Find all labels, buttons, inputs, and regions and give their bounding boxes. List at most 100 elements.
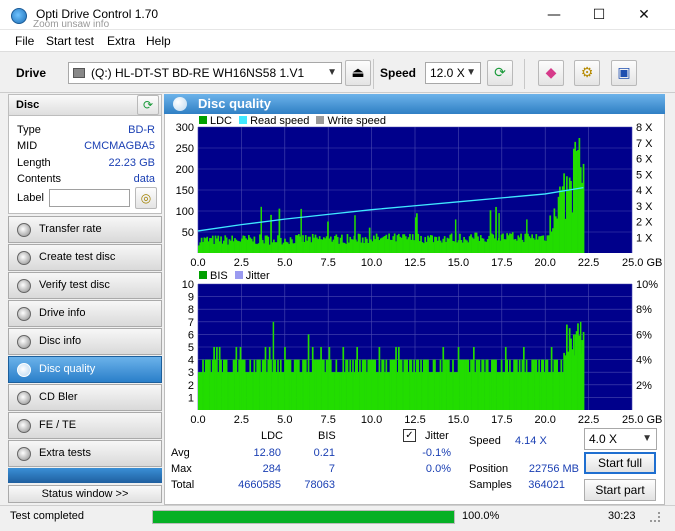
- x-tick-label: 15.0: [448, 257, 469, 269]
- drive-icon: [73, 68, 85, 78]
- x-tick-label: 17.5: [491, 257, 512, 269]
- app-icon: [11, 8, 27, 24]
- y-tick-label: 10: [182, 279, 194, 291]
- nav-create-test-disc[interactable]: Create test disc: [8, 244, 162, 271]
- nav-label: Extra tests: [39, 447, 91, 459]
- total-bis-value: 78063: [304, 479, 335, 491]
- y2-tick-label: 6%: [636, 329, 652, 341]
- chevron-down-icon: ▼: [327, 67, 337, 78]
- x-tick-label: 22.5: [578, 414, 599, 424]
- x-tick-label: 12.5: [404, 257, 425, 269]
- position-label: Position: [469, 463, 509, 475]
- avg-jitter-value: -0.1%: [422, 447, 451, 459]
- menu-extra[interactable]: Extra: [107, 34, 135, 48]
- x-tick-label: 10.0: [361, 257, 382, 269]
- tools-button[interactable]: ⚙: [574, 60, 600, 86]
- disc-refresh-button[interactable]: ⟳: [137, 95, 159, 115]
- legend-jitter-swatch: [234, 271, 243, 279]
- y2-tick-label: 8 X: [636, 122, 653, 134]
- progress-fill: [153, 511, 454, 523]
- ldc-bar: [454, 219, 457, 253]
- resize-grip-icon[interactable]: [650, 512, 660, 522]
- ldc-bar: [415, 217, 417, 253]
- nav-label: CD Bler: [39, 391, 78, 403]
- y2-tick-label: 10%: [636, 279, 658, 291]
- save-icon: ▣: [617, 65, 631, 81]
- nav-disc-info[interactable]: Disc info: [8, 328, 162, 355]
- label-input[interactable]: [49, 189, 130, 207]
- checkmark-icon: ✓: [405, 430, 414, 441]
- nav-label: Disc quality: [39, 363, 96, 375]
- y2-tick-label: 3 X: [636, 201, 653, 213]
- y-tick-label: 6: [188, 329, 194, 341]
- disc-header-title: Disc: [16, 99, 40, 111]
- y-tick-label: 100: [176, 206, 194, 218]
- nav-cd-bler[interactable]: CD Bler: [8, 384, 162, 411]
- menu-start-test[interactable]: Start test: [46, 34, 94, 48]
- prop-contents-label: Contents: [17, 173, 62, 185]
- disc-icon: [17, 335, 31, 349]
- menu-help[interactable]: Help: [146, 34, 171, 48]
- close-button[interactable]: ✕: [621, 0, 667, 30]
- speed-label: Speed: [380, 66, 417, 80]
- menu-file[interactable]: File: [15, 34, 34, 48]
- eject-button[interactable]: ⏏: [345, 60, 371, 86]
- nav-transfer-rate[interactable]: Transfer rate: [8, 216, 162, 243]
- save-button[interactable]: ▣: [611, 60, 637, 86]
- drive-select[interactable]: (Q:) HL-DT-ST BD-RE WH16NS58 1.V1 ▼: [68, 62, 342, 84]
- ldc-bar: [498, 213, 500, 253]
- y2-tick-label: 4%: [636, 355, 652, 367]
- jitter-checkbox[interactable]: ✓: [403, 429, 416, 442]
- x-tick-label: 7.5: [321, 414, 336, 424]
- y2-tick-label: 7 X: [636, 138, 653, 150]
- minimize-button[interactable]: —: [531, 0, 577, 30]
- avg-bis-value: 0.21: [313, 447, 335, 459]
- y2-tick-label: 2 X: [636, 217, 653, 229]
- bis-bar: [579, 321, 582, 410]
- y-tick-label: 8: [188, 304, 194, 316]
- legend-bottom: BIS Jitter: [199, 270, 270, 282]
- nav-label: Drive info: [39, 307, 86, 319]
- refresh-speed-button[interactable]: ⟳: [487, 60, 513, 86]
- nav-verify-test-disc[interactable]: Verify test disc: [8, 272, 162, 299]
- start-part-button[interactable]: Start part: [584, 479, 656, 501]
- progress-percent: 100.0%: [462, 510, 500, 522]
- disc-icon: [17, 447, 31, 461]
- nav-extra-tests[interactable]: Extra tests: [8, 440, 162, 467]
- speed-select-value: 12.0 X: [430, 66, 465, 80]
- label-apply-button[interactable]: ◎: [135, 187, 157, 209]
- bis-bar: [574, 334, 577, 410]
- eraser-icon: ◆: [545, 65, 557, 81]
- x-tick-label: 20.0: [534, 257, 555, 269]
- maximize-button[interactable]: ☐: [576, 0, 622, 30]
- disc-icon: ◎: [140, 191, 152, 205]
- ldc-bar: [300, 208, 302, 253]
- drive-label: Drive: [16, 66, 47, 80]
- samples-value: 364021: [528, 479, 565, 491]
- chevron-down-icon: ▼: [642, 433, 652, 444]
- y2-tick-label: 5 X: [636, 169, 653, 181]
- y2-tick-label: 4 X: [636, 185, 653, 197]
- ldc-bar: [582, 163, 585, 253]
- toolbar: Drive (Q:) HL-DT-ST BD-RE WH16NS58 1.V1 …: [0, 51, 675, 93]
- nav-disc-quality[interactable]: Disc quality: [8, 356, 162, 383]
- nav-label: Disc info: [39, 335, 82, 347]
- eject-icon: ⏏: [351, 65, 365, 81]
- nav-scroll-area: [8, 468, 162, 483]
- bis-bar: [582, 331, 585, 410]
- nav-fe-te[interactable]: FE / TE: [8, 412, 162, 439]
- disc-quality-panel: LDC Read speed Write speed 0.0 2.5 5.0 7.5 1…: [164, 114, 665, 505]
- legend-jitter: Jitter: [245, 270, 270, 282]
- y-tick-label: 3: [188, 367, 194, 379]
- erase-button[interactable]: ◆: [538, 60, 564, 86]
- x-tick-label: 0.0: [190, 414, 205, 424]
- max-jitter-value: 0.0%: [425, 463, 451, 475]
- test-speed-select[interactable]: 4.0 X ▼: [584, 428, 657, 450]
- status-window-button[interactable]: Status window >>: [8, 485, 162, 503]
- nav-drive-info[interactable]: Drive info: [8, 300, 162, 327]
- row-max-label: Max: [171, 463, 192, 475]
- speed-select[interactable]: 12.0 X ▼: [425, 62, 481, 84]
- prop-type-value: BD-R: [128, 124, 155, 136]
- start-full-button[interactable]: Start full: [584, 452, 656, 474]
- toolbar-divider: [373, 59, 374, 89]
